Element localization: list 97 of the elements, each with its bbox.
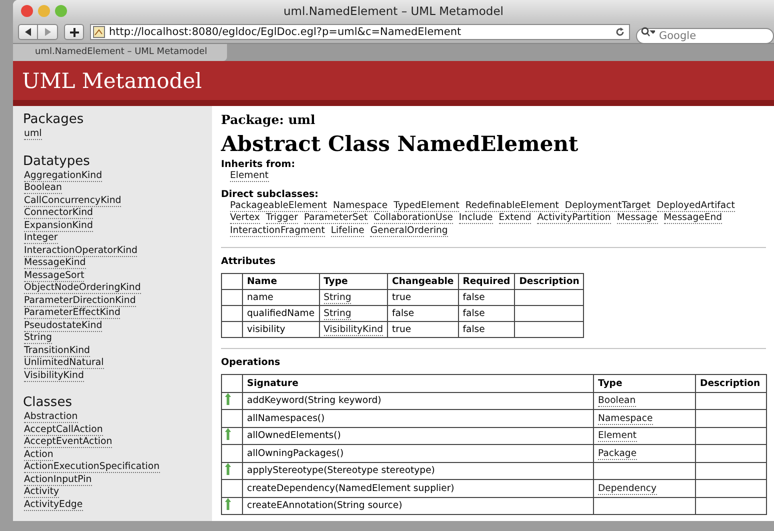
section-label: Direct subclasses: [221, 188, 318, 200]
class-link[interactable]: TypedElement [394, 200, 460, 212]
sidebar-heading: Datatypes [23, 154, 90, 168]
zoom-button[interactable] [55, 4, 67, 16]
page-title: Abstract Class NamedElement [221, 131, 578, 156]
column-header: Name [242, 274, 320, 290]
class-link[interactable]: RedefinableElement [465, 200, 559, 212]
sidebar-link[interactable]: CallConcurrencyKind [24, 194, 122, 206]
up-arrow-icon [225, 498, 231, 510]
address-field[interactable]: http://localhost:8080/egldoc/EglDoc.egl?p=uml&c=NamedElement [90, 24, 630, 40]
table-cell: addKeyword(String keyword) [242, 392, 594, 410]
class-link[interactable]: Namespace [332, 200, 388, 212]
section-heading: Attributes [221, 256, 276, 267]
up-arrow-icon [225, 463, 231, 476]
column-header: Changeable [388, 274, 458, 290]
sidebar-link[interactable]: uml [24, 128, 42, 140]
sidebar-link[interactable]: ObjectNodeOrderingKind [24, 282, 141, 294]
table-cell: name [242, 290, 320, 306]
class-link[interactable]: Lifeline [330, 224, 364, 236]
sidebar-link[interactable]: InteractionOperatorKind [24, 244, 138, 256]
sidebar-link[interactable]: ParameterEffectKind [24, 307, 120, 319]
sidebar-link[interactable]: AcceptEventAction [24, 436, 112, 448]
class-link[interactable]: Include [458, 212, 493, 224]
table-cell: false [458, 290, 515, 306]
table-cell: allOwningPackages() [242, 444, 594, 462]
sidebar-link[interactable]: Abstraction [24, 411, 78, 423]
table-cell: visibility [242, 322, 320, 338]
column-header: Description [696, 374, 766, 392]
sidebar-link[interactable]: MessageSort [24, 270, 84, 282]
table-cell: allOwnedElements() [242, 427, 594, 444]
class-link[interactable]: DeployedArtifact [656, 200, 735, 212]
table-cell: applyStereotype(Stereotype stereotype) [242, 462, 594, 480]
table-cell: createEAnnotation(String source) [242, 497, 594, 514]
table-cell: qualifiedName [242, 306, 320, 322]
sidebar-link[interactable]: AcceptCallAction [24, 424, 103, 436]
sidebar-link[interactable]: ExpansionKind [24, 220, 93, 232]
class-link[interactable]: Element [230, 170, 268, 182]
table-cell: true [388, 290, 458, 306]
sidebar-link[interactable]: Activity [24, 486, 60, 498]
class-link[interactable]: MessageEnd [664, 212, 722, 224]
sidebar-link[interactable]: VisibilityKind [24, 370, 84, 382]
sidebar-heading: Classes [23, 395, 72, 410]
class-link[interactable]: ActivityPartition [537, 212, 611, 224]
table-cell: false [458, 322, 515, 338]
sidebar-link[interactable]: ParameterDirectionKind [24, 294, 136, 306]
sidebar-link[interactable]: ActionExecutionSpecification [24, 461, 160, 473]
sidebar-link[interactable]: String [24, 332, 52, 344]
class-link[interactable]: ParameterSet [304, 212, 368, 224]
forward-arrow-icon [44, 28, 51, 36]
table-cell: false [388, 306, 458, 322]
table-cell: allNamespaces() [242, 410, 594, 427]
class-link[interactable]: CollaborationUse [374, 212, 453, 224]
class-link[interactable]: PackageableElement [230, 200, 327, 212]
column-header: Signature [242, 374, 594, 392]
back-arrow-icon [24, 28, 32, 36]
plus-icon [70, 28, 78, 36]
add-bookmark-button[interactable] [64, 24, 84, 40]
class-link[interactable]: Trigger [266, 212, 298, 224]
package-heading: Package: uml [221, 112, 316, 127]
window-title: uml.NamedElement – UML Metamodel [283, 4, 504, 18]
reload-icon[interactable] [615, 27, 625, 37]
sidebar-link[interactable]: PseudostateKind [24, 320, 102, 332]
site-title: UML Metamodel [22, 68, 202, 92]
table-cell: true [388, 322, 458, 338]
search-icon [641, 27, 655, 37]
sidebar-link[interactable]: TransitionKind [24, 344, 90, 356]
column-header: Description [514, 274, 584, 290]
sidebar-link[interactable]: MessageKind [24, 257, 86, 269]
section-label: Inherits from: [221, 159, 295, 170]
class-link[interactable]: GeneralOrdering [370, 224, 448, 236]
up-arrow-icon [225, 428, 231, 440]
class-link[interactable]: Vertex [230, 212, 260, 224]
sidebar-link[interactable]: Integer [24, 232, 58, 244]
class-link[interactable]: Extend [498, 212, 532, 224]
sidebar-link[interactable]: UnlimitedNatural [24, 357, 104, 369]
column-header: Type [319, 274, 388, 290]
close-button[interactable] [21, 4, 33, 16]
sidebar-link[interactable]: ConnectorKind [24, 207, 93, 219]
table-cell: createDependency(NamedElement supplier) [242, 480, 594, 497]
search-field[interactable]: Google [636, 28, 774, 44]
column-header: Type [594, 374, 696, 392]
sidebar-link[interactable]: AggregationKind [24, 170, 102, 182]
sidebar-heading: Packages [23, 112, 84, 127]
browser-tab[interactable]: uml.NamedElement – UML Metamodel [13, 44, 228, 61]
site-icon [93, 26, 105, 38]
section-heading: Operations [221, 357, 280, 368]
sidebar-link[interactable]: ActionInputPin [24, 474, 92, 486]
sidebar-link[interactable]: Action [24, 448, 54, 460]
table-cell: false [458, 306, 515, 322]
up-arrow-icon [225, 393, 231, 406]
class-link[interactable]: DeploymentTarget [564, 200, 651, 212]
back-button[interactable] [18, 24, 38, 40]
sidebar-link[interactable]: Boolean [24, 182, 62, 194]
class-link[interactable]: InteractionFragment [230, 224, 325, 236]
class-link[interactable]: Message [616, 212, 658, 224]
column-header: Required [458, 274, 515, 290]
sidebar-link[interactable]: ActivityEdge [24, 498, 83, 510]
